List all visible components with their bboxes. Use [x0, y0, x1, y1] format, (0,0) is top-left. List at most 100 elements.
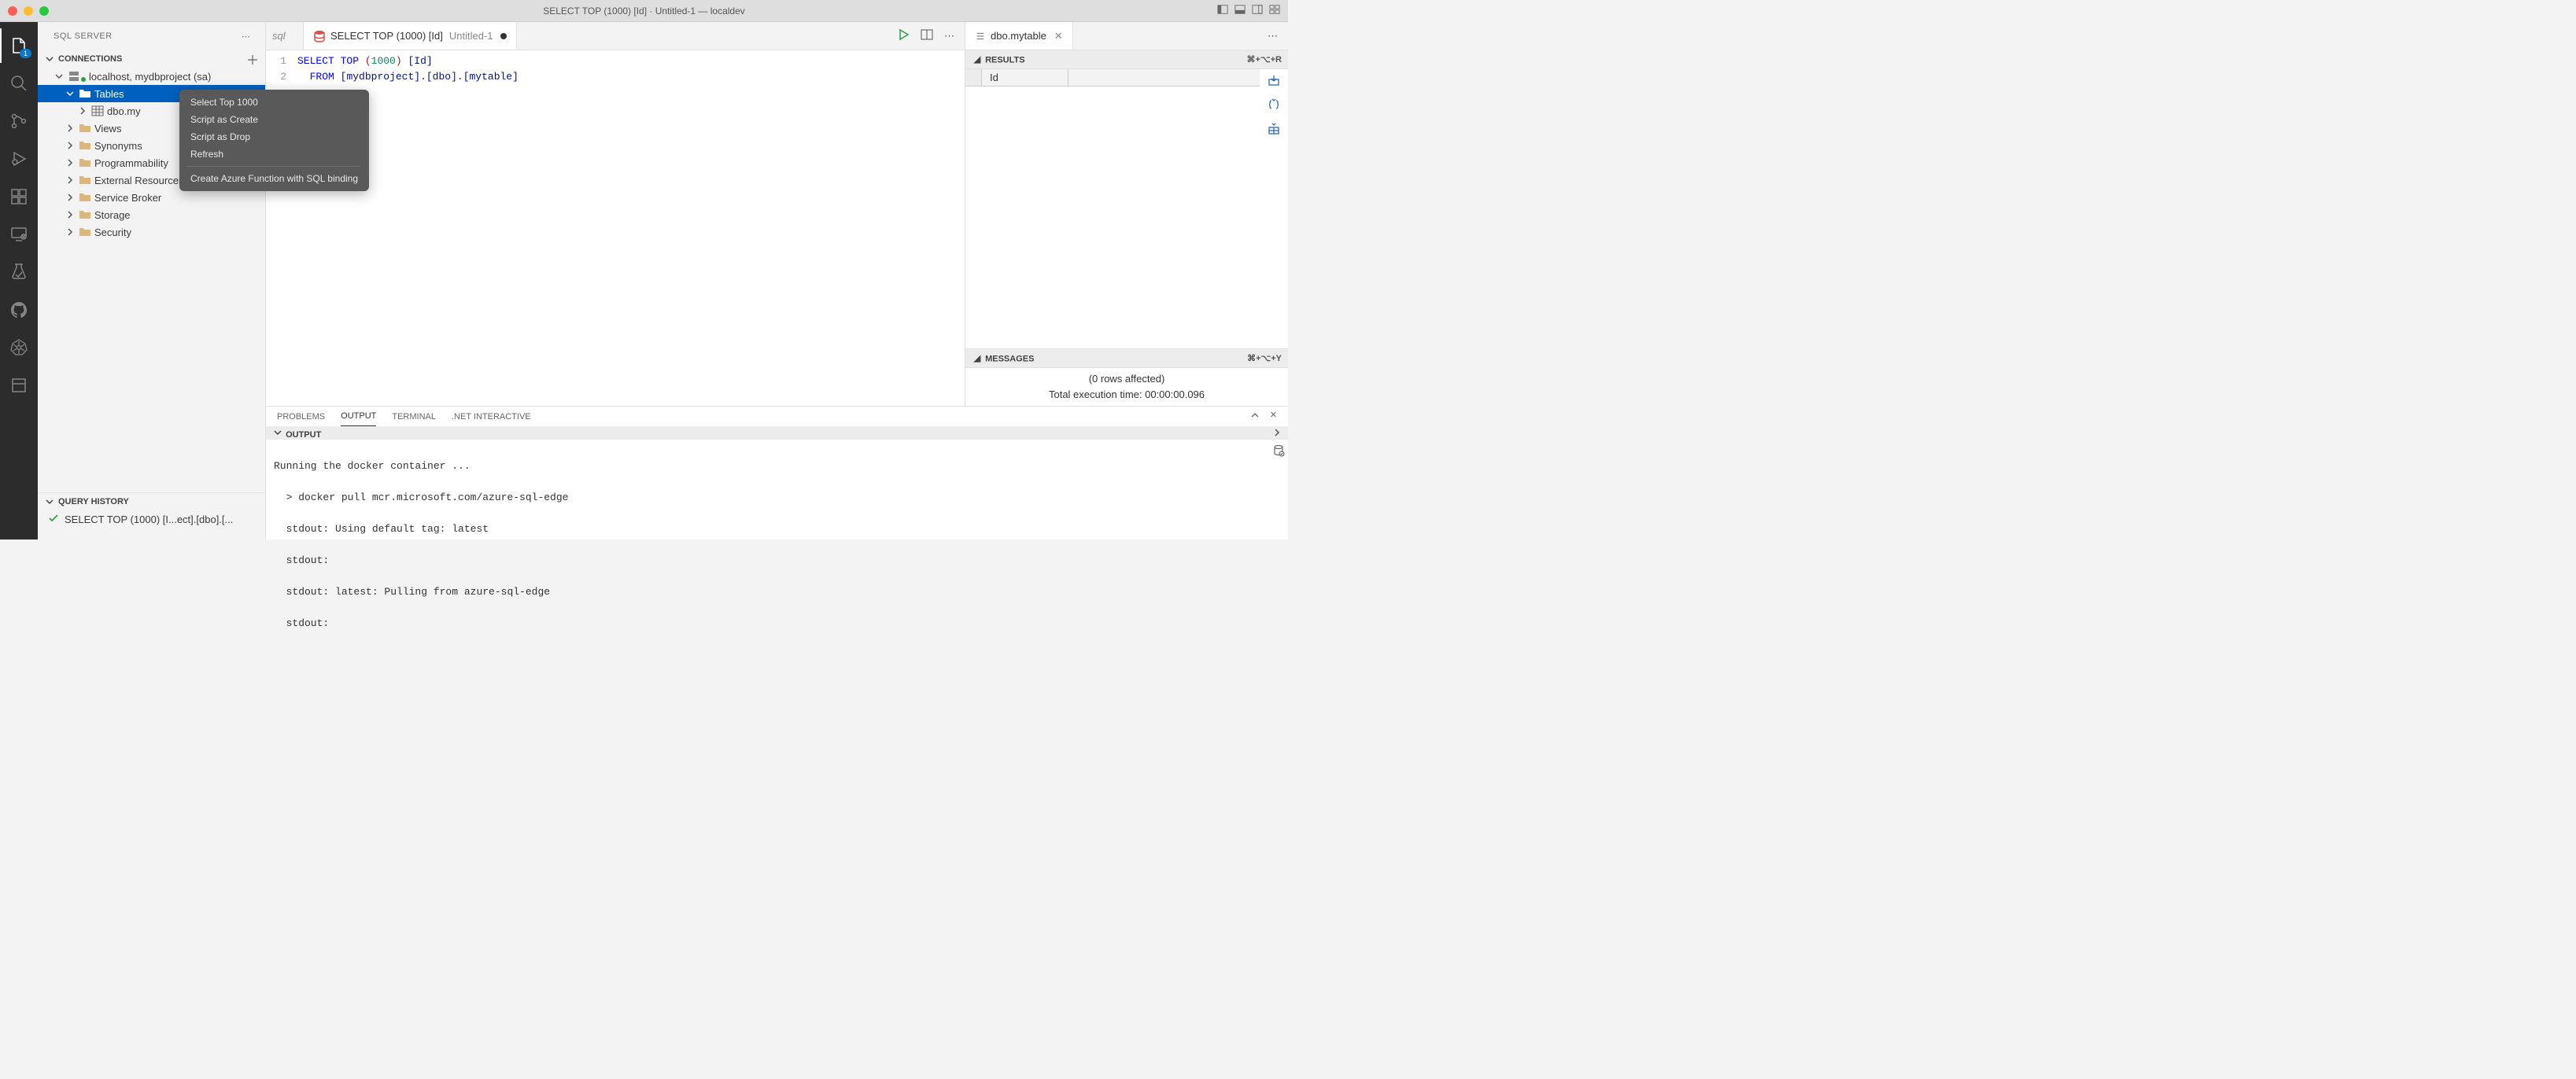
- activity-source-control[interactable]: [0, 104, 38, 138]
- messages-header[interactable]: ◢ MESSAGES ⌘+⌥+Y: [965, 349, 1288, 368]
- close-tab-icon[interactable]: ✕: [1054, 30, 1063, 42]
- code-token: SELECT: [297, 55, 334, 67]
- output-section-header[interactable]: OUTPUT: [266, 427, 1288, 440]
- storage-node[interactable]: Storage: [38, 206, 265, 223]
- query-history-header[interactable]: QUERY HISTORY: [38, 493, 265, 510]
- maximize-panel-icon[interactable]: [1249, 410, 1260, 423]
- toggle-secondary-sidebar-icon[interactable]: [1252, 4, 1263, 17]
- connections-section-header[interactable]: CONNECTIONS ＋: [38, 50, 265, 68]
- activity-extensions[interactable]: [0, 179, 38, 214]
- code-token: [mydbproject]: [341, 71, 420, 83]
- tab-partial[interactable]: sql: [266, 22, 304, 50]
- rows-affected-text: (0 rows affected): [973, 371, 1280, 387]
- column-header[interactable]: Id: [982, 69, 1068, 86]
- database-project-icon[interactable]: [1272, 444, 1285, 666]
- grid-header-row: Id: [965, 69, 1260, 87]
- results-body: Id: [965, 69, 1288, 349]
- folder-icon: [79, 139, 91, 152]
- list-icon: [975, 31, 986, 42]
- results-grid[interactable]: Id: [965, 69, 1260, 348]
- chevron-right-icon: [65, 140, 76, 151]
- service-broker-node[interactable]: Service Broker: [38, 189, 265, 206]
- panel-tab-terminal[interactable]: TERMINAL: [392, 407, 436, 426]
- folder-icon: [79, 191, 91, 204]
- chevron-right-icon: [65, 226, 76, 238]
- save-excel-icon[interactable]: [1268, 123, 1280, 138]
- editor-area: sql SELECT TOP (1000) [Id] Untitled-1 ⋯: [266, 22, 1288, 540]
- minimize-window-button[interactable]: [24, 6, 33, 16]
- connection-node[interactable]: localhost, mydbproject (sa): [38, 68, 265, 85]
- panel-tabs: PROBLEMS OUTPUT TERMINAL .NET INTERACTIV…: [266, 407, 1288, 427]
- connections-label: CONNECTIONS: [58, 54, 122, 64]
- context-azure-function[interactable]: Create Azure Function with SQL binding: [179, 170, 369, 187]
- context-refresh[interactable]: Refresh: [179, 145, 369, 163]
- chevron-down-icon: [44, 496, 55, 507]
- editor-tabs-right: dbo.mytable ✕ ⋯: [965, 22, 1288, 50]
- activity-search[interactable]: [0, 66, 38, 101]
- chevron-right-icon: [65, 192, 76, 203]
- panel-tab-problems[interactable]: PROBLEMS: [277, 407, 325, 426]
- context-script-drop[interactable]: Script as Drop: [179, 128, 369, 145]
- toggle-panel-icon[interactable]: [1234, 4, 1246, 17]
- more-actions-icon[interactable]: ⋯: [1268, 30, 1279, 42]
- collapse-icon: ◢: [972, 353, 983, 364]
- more-actions-icon[interactable]: ⋯: [944, 30, 955, 42]
- activity-kubernetes[interactable]: [0, 330, 38, 365]
- table-icon: [91, 105, 104, 117]
- code-token: FROM: [310, 71, 334, 83]
- maximize-window-button[interactable]: [39, 6, 49, 16]
- history-item[interactable]: SELECT TOP (1000) [I...ect].[dbo].[...: [38, 510, 265, 528]
- security-node[interactable]: Security: [38, 223, 265, 241]
- messages-body: (0 rows affected) Total execution time: …: [965, 368, 1288, 406]
- results-header[interactable]: ◢ RESULTS ⌘+⌥+R: [965, 50, 1288, 69]
- activity-sql[interactable]: [0, 368, 38, 403]
- code-token: [mytable]: [463, 71, 519, 83]
- save-csv-icon[interactable]: [1268, 74, 1280, 89]
- query-history-label: QUERY HISTORY: [58, 497, 129, 506]
- bottom-panel: PROBLEMS OUTPUT TERMINAL .NET INTERACTIV…: [266, 406, 1288, 540]
- tree-label: Programmability: [94, 157, 168, 169]
- activity-remote[interactable]: [0, 217, 38, 252]
- code-content[interactable]: SELECT TOP (1000) [Id] FROM [mydbproject…: [297, 53, 965, 406]
- activity-github[interactable]: [0, 293, 38, 327]
- results-shortcut: ⌘+⌥+R: [1247, 54, 1282, 64]
- activity-debug[interactable]: [0, 142, 38, 176]
- context-select-top[interactable]: Select Top 1000: [179, 94, 369, 111]
- row-header-cell: [965, 69, 982, 86]
- line-number: 2: [266, 69, 286, 85]
- close-panel-icon[interactable]: ✕: [1270, 410, 1277, 423]
- sidebar-more-icon[interactable]: ⋯: [242, 31, 251, 42]
- code-editor[interactable]: 1 2 SELECT TOP (1000) [Id] FROM [mydbpro…: [266, 50, 965, 406]
- toggle-primary-sidebar-icon[interactable]: [1217, 4, 1228, 17]
- editor-group-left: sql SELECT TOP (1000) [Id] Untitled-1 ⋯: [266, 22, 965, 406]
- panel-tab-output[interactable]: OUTPUT: [341, 407, 376, 426]
- save-json-icon[interactable]: [1268, 98, 1280, 113]
- activity-explorer[interactable]: 1: [0, 28, 38, 63]
- chevron-right-icon[interactable]: [1272, 428, 1282, 440]
- chevron-down-icon: [54, 71, 65, 82]
- tree-label: dbo.my: [107, 105, 141, 117]
- panel-tab-dotnet[interactable]: .NET INTERACTIVE: [452, 407, 531, 426]
- split-editor-icon[interactable]: [921, 28, 933, 43]
- check-icon: [47, 512, 60, 527]
- code-token: [Id]: [408, 55, 433, 67]
- tab-results[interactable]: dbo.mytable ✕: [965, 22, 1073, 50]
- activity-testing[interactable]: [0, 255, 38, 289]
- close-window-button[interactable]: [8, 6, 17, 16]
- titlebar: SELECT TOP (1000) [Id] · Untitled-1 — lo…: [0, 0, 1288, 22]
- context-script-create[interactable]: Script as Create: [179, 111, 369, 128]
- code-token: .: [420, 71, 426, 83]
- results-toolbar: [1260, 69, 1288, 348]
- tab-query[interactable]: SELECT TOP (1000) [Id] Untitled-1: [304, 22, 517, 50]
- output-line: > docker pull mcr.microsoft.com/azure-sq…: [274, 490, 1261, 506]
- run-query-icon[interactable]: [897, 28, 910, 43]
- results-header-label: RESULTS: [985, 55, 1025, 64]
- add-connection-icon[interactable]: ＋: [246, 50, 259, 68]
- chevron-down-icon: [272, 427, 283, 438]
- execution-time-text: Total execution time: 00:00:00.096: [973, 387, 1280, 403]
- output-body[interactable]: Running the docker container ... > docke…: [266, 440, 1269, 666]
- output-line: Running the docker container ...: [274, 458, 1261, 474]
- code-token: TOP: [341, 55, 359, 67]
- customize-layout-icon[interactable]: [1269, 4, 1280, 17]
- tree-label: External Resources: [94, 175, 183, 186]
